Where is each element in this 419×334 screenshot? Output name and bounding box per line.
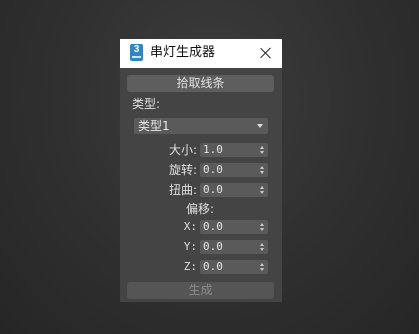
z-label: Z: xyxy=(183,260,197,273)
chevron-down-icon xyxy=(257,124,263,128)
type-label: 类型: xyxy=(132,97,161,111)
size-value: 1.0 xyxy=(203,143,223,156)
app-icon-number: 3 xyxy=(133,44,140,55)
type-select[interactable]: 类型1 xyxy=(134,118,268,134)
spin-up-icon[interactable] xyxy=(260,186,264,189)
type-select-value: 类型1 xyxy=(138,119,170,133)
twist-spinner[interactable]: 0.0 xyxy=(200,183,268,197)
spin-down-icon[interactable] xyxy=(260,248,264,251)
close-icon[interactable] xyxy=(259,46,273,60)
rotate-value: 0.0 xyxy=(203,163,223,176)
size-spinner[interactable]: 1.0 xyxy=(200,143,268,157)
dialog-title: 串灯生成器 xyxy=(150,45,216,60)
x-value: 0.0 xyxy=(203,220,223,233)
spin-up-icon[interactable] xyxy=(260,146,264,149)
y-value: 0.0 xyxy=(203,240,223,253)
twist-label: 扭曲: xyxy=(168,183,197,197)
string-lights-generator-dialog: 3 串灯生成器 拾取线条 类型: 类型1 大小: 1.0 旋转: 0.0 扭曲:… xyxy=(120,39,282,302)
spin-up-icon[interactable] xyxy=(260,243,264,246)
twist-value: 0.0 xyxy=(203,183,223,196)
offset-label: 偏移: xyxy=(186,202,215,216)
rotate-spinner[interactable]: 0.0 xyxy=(200,163,268,177)
z-spinner[interactable]: 0.0 xyxy=(200,260,268,274)
app-icon-strip xyxy=(132,56,141,58)
spin-up-icon[interactable] xyxy=(260,166,264,169)
3dsmax-app-icon: 3 xyxy=(130,44,143,61)
spin-up-icon[interactable] xyxy=(260,263,264,266)
spin-up-icon[interactable] xyxy=(260,223,264,226)
generate-button[interactable]: 生成 xyxy=(127,282,274,299)
y-spinner[interactable]: 0.0 xyxy=(200,240,268,254)
spin-down-icon[interactable] xyxy=(260,151,264,154)
pick-spline-button[interactable]: 拾取线条 xyxy=(127,75,274,92)
x-label: X: xyxy=(183,220,197,233)
spin-down-icon[interactable] xyxy=(260,191,264,194)
y-label: Y: xyxy=(183,240,197,253)
title-bar[interactable]: 3 串灯生成器 xyxy=(120,39,282,68)
spin-down-icon[interactable] xyxy=(260,268,264,271)
x-spinner[interactable]: 0.0 xyxy=(200,220,268,234)
size-label: 大小: xyxy=(168,143,197,157)
spin-down-icon[interactable] xyxy=(260,228,264,231)
spin-down-icon[interactable] xyxy=(260,171,264,174)
rotate-label: 旋转: xyxy=(168,163,197,177)
z-value: 0.0 xyxy=(203,260,223,273)
